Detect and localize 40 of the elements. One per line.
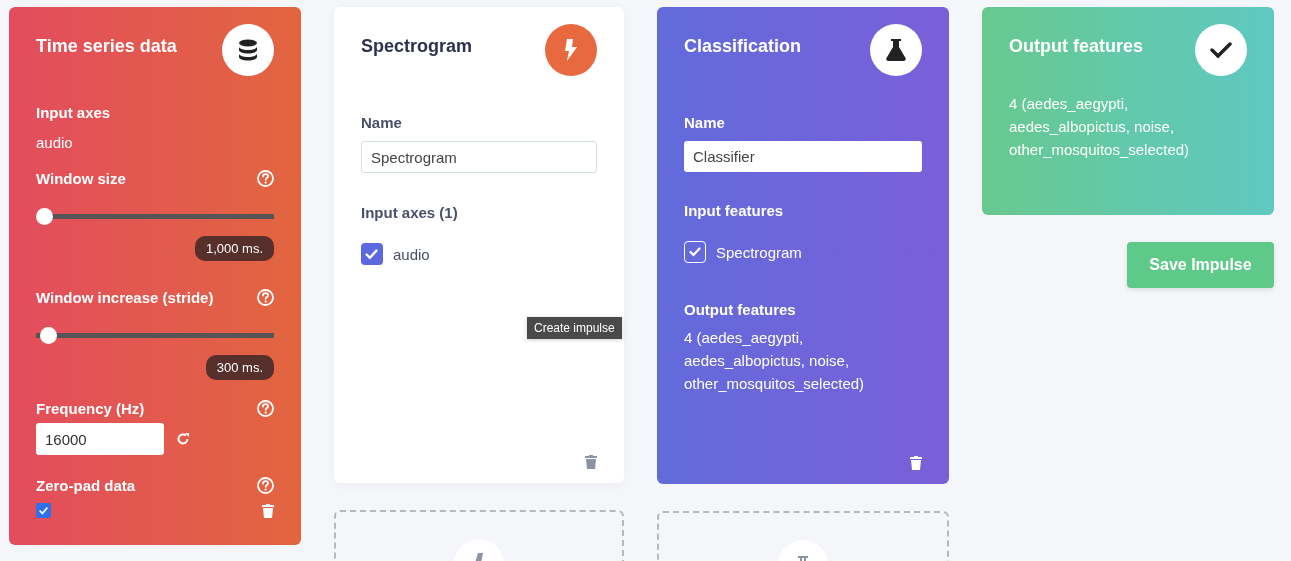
- trash-icon[interactable]: [262, 503, 274, 518]
- axis-name: audio: [36, 134, 74, 151]
- help-icon[interactable]: [257, 400, 274, 417]
- card-title: Spectrogram: [361, 36, 473, 57]
- checkbox-label: audio: [393, 245, 430, 263]
- checkbox[interactable]: [684, 241, 706, 263]
- value-badge: 300 ms.: [205, 355, 274, 380]
- checkmark-icon: [1210, 41, 1232, 59]
- trash-icon[interactable]: [910, 456, 922, 470]
- name-field[interactable]: Classifier: [684, 141, 922, 172]
- value-badge: 1,000 ms.: [194, 236, 274, 261]
- frequency-field[interactable]: 16000: [36, 423, 164, 455]
- checkbox[interactable]: [361, 243, 383, 265]
- checkbox-label: Spectrogram: [716, 243, 802, 261]
- card-title: Classification: [684, 36, 802, 57]
- field-label: Name: [684, 114, 726, 131]
- trash-icon[interactable]: [585, 455, 597, 469]
- field-label: Window size: [36, 170, 126, 187]
- output-features-text: 4 (aedes_aegypti, aedes_albopictus, noise, other_mosquitos_selected): [1009, 94, 1191, 160]
- output-features-text: 4 (aedes_aegypti, aedes_albopictus, noise, other_mosquitos_selected): [684, 328, 866, 394]
- field-label: Name: [361, 114, 403, 131]
- help-icon[interactable]: [257, 289, 274, 306]
- refresh-icon[interactable]: [176, 432, 190, 446]
- field-label: Input axes (1): [361, 204, 459, 221]
- card-title: Output features: [1009, 36, 1143, 57]
- database-icon: [238, 39, 258, 61]
- field-label: Output features: [684, 301, 797, 318]
- field-label: Input features: [684, 202, 785, 219]
- slider-thumb[interactable]: [40, 327, 58, 344]
- help-icon[interactable]: [257, 477, 274, 494]
- field-label: Window increase (stride): [36, 289, 214, 306]
- slider-thumb[interactable]: [36, 208, 53, 225]
- card-title: Time series data: [36, 36, 177, 57]
- checkbox[interactable]: [36, 503, 51, 518]
- help-icon[interactable]: [257, 170, 274, 187]
- field-label: Input axes: [36, 104, 112, 121]
- name-field[interactable]: Spectrogram: [361, 141, 597, 173]
- tooltip: Create impulse: [527, 317, 622, 339]
- field-label: Frequency (Hz): [36, 400, 145, 417]
- field-label: Zero-pad data: [36, 477, 136, 494]
